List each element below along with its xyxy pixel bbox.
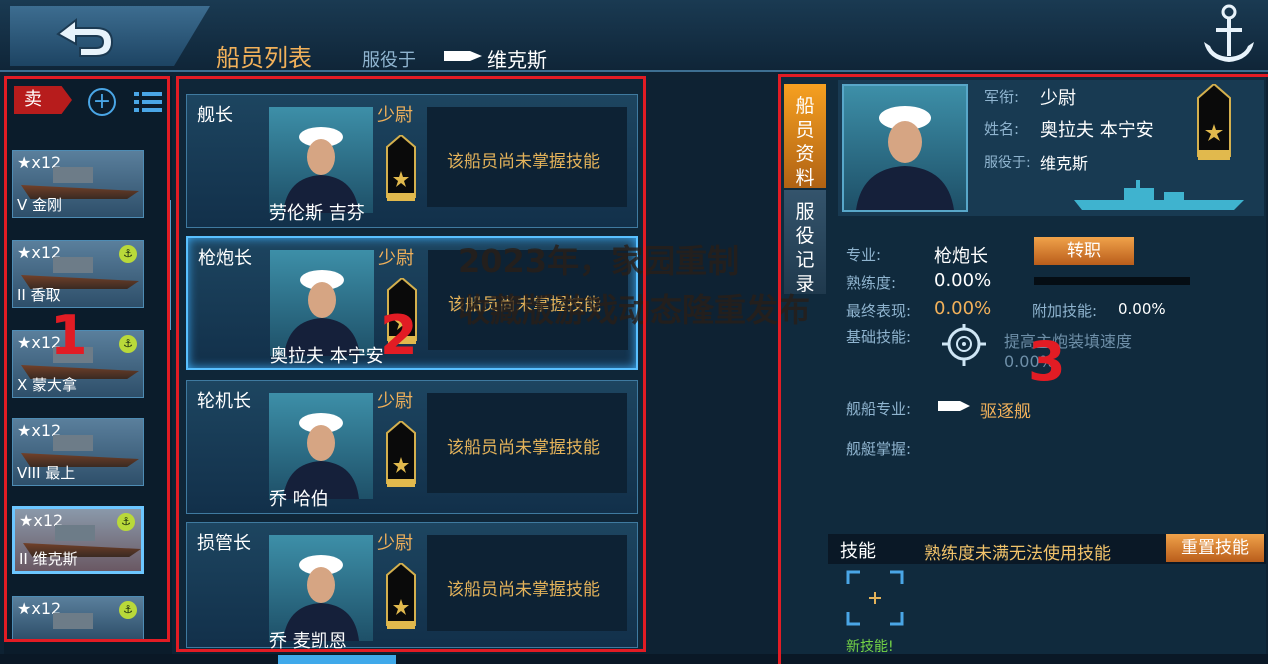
annotation-label-2: 2 — [380, 304, 418, 367]
back-arrow-icon — [56, 17, 114, 57]
bottom-tab[interactable] — [278, 655, 396, 664]
page-title: 船员列表 — [216, 44, 312, 72]
served-ship-name: 维克斯 — [487, 48, 547, 72]
served-on-label: 服役于 — [362, 50, 416, 71]
annotation-label-3: 3 — [1028, 330, 1066, 393]
annotation-frame-3 — [778, 74, 1268, 664]
annotation-label-1: 1 — [50, 304, 88, 367]
destroyer-icon — [444, 51, 482, 61]
anchor-icon[interactable] — [1198, 2, 1260, 68]
